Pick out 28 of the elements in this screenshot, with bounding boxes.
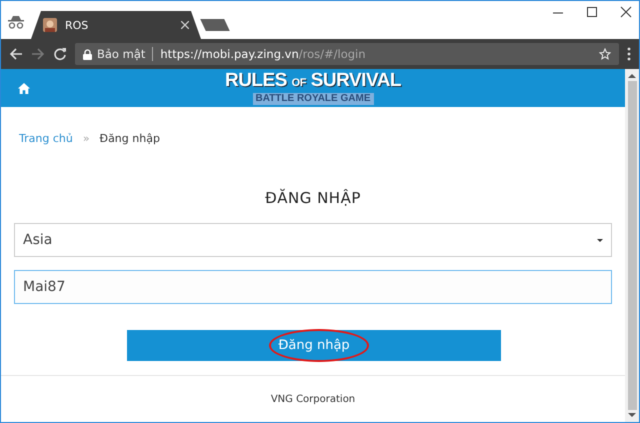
site-favicon-icon <box>43 18 57 32</box>
home-icon[interactable] <box>18 82 30 94</box>
breadcrumb-link[interactable]: Trang chủ <box>19 132 73 146</box>
login-heading: ĐĂNG NHẬP <box>264 188 362 208</box>
reload-icon[interactable] <box>53 47 67 61</box>
menu-icon[interactable] <box>627 47 631 61</box>
breadcrumb-current: Đăng nhập <box>100 132 160 146</box>
back-arrow-icon[interactable] <box>9 47 23 61</box>
lock-icon <box>83 48 92 60</box>
scrollbar[interactable] <box>625 69 639 422</box>
scroll-up-arrow-icon[interactable] <box>628 73 636 79</box>
address-bar[interactable]: Bảo mật https://mobi.pay.zing.vn/ros/#/login <box>75 43 619 65</box>
browser-tab[interactable]: ROS <box>31 11 201 39</box>
dropdown-caret-icon <box>597 238 603 242</box>
security-label: Bảo mật <box>97 47 146 61</box>
url-text: https://mobi.pay.zing.vn/ros/#/login <box>160 47 366 61</box>
server-select[interactable]: Asia <box>14 223 612 257</box>
close-icon[interactable] <box>619 5 633 19</box>
logo-subtitle: BATTLE ROYALE GAME <box>252 93 374 105</box>
bookmark-star-icon[interactable] <box>599 48 611 60</box>
scroll-down-arrow-icon[interactable] <box>628 412 636 418</box>
tab-title: ROS <box>65 18 90 32</box>
breadcrumb-separator: » <box>82 132 90 146</box>
new-tab-button[interactable] <box>200 19 230 31</box>
footer-text: VNG Corporation <box>270 394 356 405</box>
forward-arrow-icon[interactable] <box>31 47 45 61</box>
username-field[interactable]: Mai87 <box>14 270 612 304</box>
maximize-icon[interactable] <box>585 5 599 19</box>
